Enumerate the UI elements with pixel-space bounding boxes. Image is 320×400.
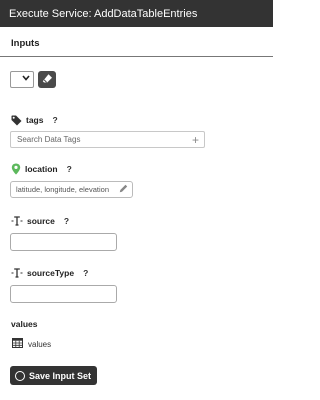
location-label: location xyxy=(25,164,58,174)
sourcetype-help-icon[interactable]: ? xyxy=(83,268,88,278)
tags-search-placeholder: Search Data Tags xyxy=(17,135,81,144)
save-input-set-button[interactable]: Save Input Set xyxy=(10,366,97,385)
window-title: Execute Service: AddDataTableEntries xyxy=(9,7,198,20)
string-type-icon xyxy=(11,216,23,226)
source-label-row: source ? xyxy=(0,214,273,228)
tags-label: tags xyxy=(26,115,44,125)
tags-help-icon[interactable]: ? xyxy=(52,115,57,125)
clear-inputs-button[interactable] xyxy=(38,70,56,88)
input-set-select[interactable] xyxy=(10,70,34,88)
tags-label-row: tags ? xyxy=(0,113,273,127)
save-input-set-label: Save Input Set xyxy=(29,370,92,381)
window-titlebar: Execute Service: AddDataTableEntries xyxy=(0,0,273,27)
location-label-row: location ? xyxy=(0,162,273,176)
location-input[interactable]: latitude, longitude, elevation xyxy=(10,181,133,198)
table-icon xyxy=(12,338,23,350)
string-type-icon xyxy=(11,268,23,278)
chevron-down-icon xyxy=(22,75,30,83)
values-item-label: values xyxy=(28,339,52,349)
circle-icon xyxy=(15,370,25,381)
map-pin-icon xyxy=(11,163,21,175)
sourcetype-label: sourceType xyxy=(27,268,75,278)
inputs-section-title: Inputs xyxy=(11,38,40,49)
values-table-link[interactable]: values xyxy=(0,329,273,350)
pencil-icon[interactable] xyxy=(119,184,128,195)
eraser-icon xyxy=(42,73,53,86)
tags-search-input[interactable]: Search Data Tags + xyxy=(10,131,205,148)
location-placeholder: latitude, longitude, elevation xyxy=(16,185,109,194)
add-tag-icon[interactable]: + xyxy=(192,134,199,146)
values-heading: values xyxy=(11,319,38,329)
sourcetype-label-row: sourceType ? xyxy=(0,266,273,280)
location-help-icon[interactable]: ? xyxy=(67,164,72,174)
source-label: source xyxy=(27,216,55,226)
source-input[interactable] xyxy=(10,233,117,251)
sourcetype-input[interactable] xyxy=(10,285,117,303)
source-help-icon[interactable]: ? xyxy=(64,216,69,226)
tag-icon xyxy=(11,115,22,126)
input-set-toolbar xyxy=(0,57,273,93)
